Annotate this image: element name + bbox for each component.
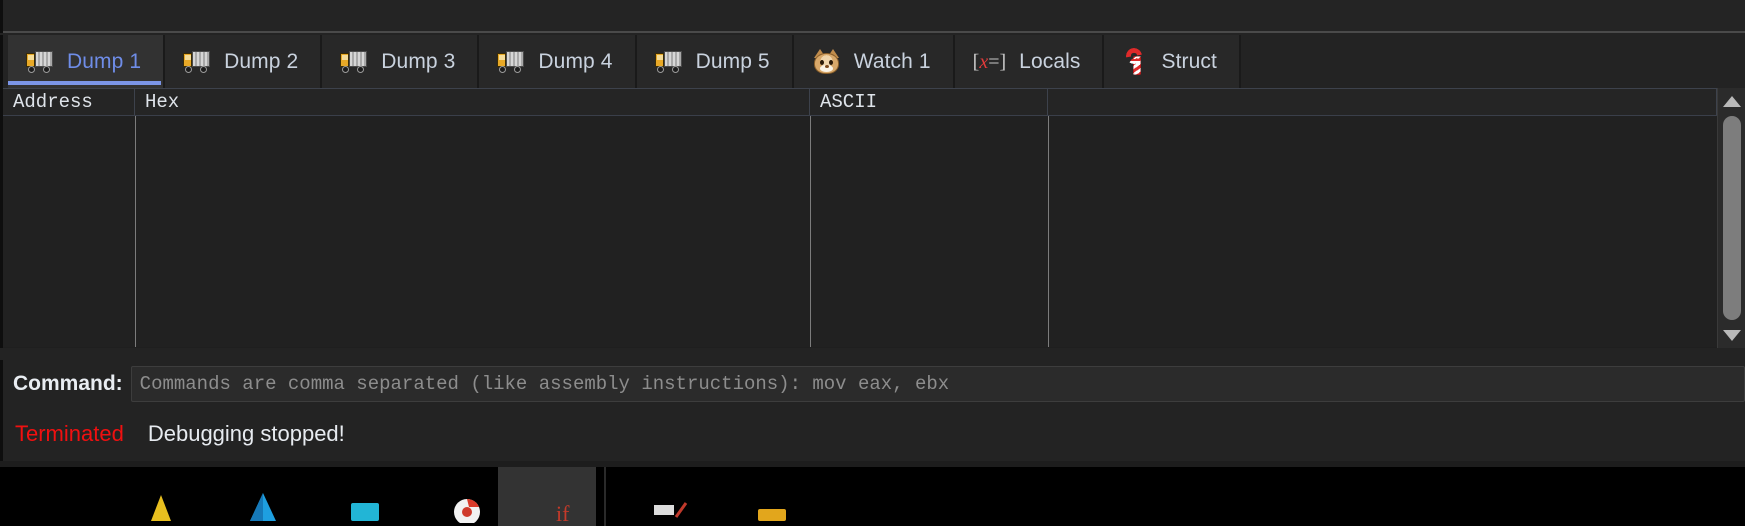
cat-face-icon bbox=[812, 48, 841, 75]
command-label: Command: bbox=[13, 371, 123, 395]
scroll-up-arrow-icon bbox=[1722, 95, 1741, 107]
scroll-down-arrow-icon bbox=[1722, 329, 1741, 341]
tab-dump-1[interactable]: Dump 1 bbox=[8, 35, 166, 88]
dump-tab-bar: Dump 1 Dump 2 Dump 3 Dump 4 Dump 5 Watch… bbox=[0, 35, 1745, 88]
variable-x: x bbox=[979, 50, 989, 73]
memory-dump-truck-icon bbox=[654, 50, 683, 73]
tab-locals[interactable]: [x=] Locals bbox=[954, 35, 1105, 88]
taskbar-app-4-icon[interactable] bbox=[446, 481, 488, 525]
memory-dump-truck-icon bbox=[183, 50, 211, 73]
dump-vertical-scrollbar[interactable] bbox=[1717, 88, 1745, 348]
column-divider-address-hex[interactable] bbox=[135, 116, 136, 347]
taskbar-app-2-icon[interactable] bbox=[242, 481, 284, 523]
taskbar-app-7-icon[interactable] bbox=[752, 481, 794, 523]
panel-top-strip bbox=[0, 0, 1745, 33]
tab-label: Struct bbox=[1161, 49, 1217, 73]
candy-cane-icon bbox=[1122, 44, 1148, 75]
scrollbar-thumb[interactable] bbox=[1722, 116, 1741, 320]
tab-bar-filler bbox=[1240, 35, 1745, 88]
column-divider-ascii-extra[interactable] bbox=[1048, 116, 1049, 347]
x64dbg-dump-panel: Dump 1 Dump 2 Dump 3 Dump 4 Dump 5 Watch… bbox=[0, 0, 1745, 526]
tab-watch-1[interactable]: Watch 1 bbox=[793, 35, 955, 88]
dump-column-header-row: Address Hex ASCII bbox=[3, 88, 1745, 116]
scroll-down-button[interactable] bbox=[1718, 322, 1745, 348]
tab-dump-4[interactable]: Dump 4 bbox=[479, 35, 637, 88]
tab-label: Dump 2 bbox=[224, 49, 299, 73]
column-header-extra[interactable] bbox=[1048, 88, 1717, 115]
tab-bar-left-rail bbox=[0, 35, 8, 88]
column-header-ascii[interactable]: ASCII bbox=[810, 88, 1048, 115]
status-badge: Terminated bbox=[15, 421, 124, 446]
column-divider-hex-ascii[interactable] bbox=[810, 116, 811, 347]
svg-text:if: if bbox=[556, 501, 570, 523]
tab-label: Dump 4 bbox=[538, 49, 613, 73]
status-message: Debugging stopped! bbox=[147, 421, 345, 446]
memory-dump-truck-icon bbox=[497, 50, 525, 73]
tab-label: Dump 5 bbox=[695, 49, 770, 73]
tab-label: Watch 1 bbox=[853, 49, 931, 73]
tab-dump-3[interactable]: Dump 3 bbox=[322, 35, 480, 88]
memory-dump-truck-icon bbox=[26, 50, 54, 73]
memory-dump-table[interactable]: Address Hex ASCII bbox=[0, 88, 1745, 348]
memory-dump-truck-icon bbox=[340, 50, 368, 73]
bracket-close: ] bbox=[999, 50, 1007, 73]
tab-label: Locals bbox=[1019, 49, 1081, 73]
status-bar: Terminated Debugging stopped! bbox=[0, 407, 1745, 461]
os-taskbar: if bbox=[0, 461, 1745, 526]
taskbar-app-5-icon[interactable]: if bbox=[548, 481, 590, 526]
command-bar: Command: bbox=[0, 360, 1745, 407]
taskbar-app-1-icon[interactable] bbox=[140, 481, 182, 523]
variable-brackets-icon: [x=] bbox=[973, 52, 1007, 72]
dump-rows-area[interactable] bbox=[3, 116, 1745, 347]
scrollbar-track[interactable] bbox=[1718, 114, 1745, 322]
tab-label: Dump 1 bbox=[67, 49, 142, 73]
tab-dump-2[interactable]: Dump 2 bbox=[165, 35, 323, 88]
tab-label: Dump 3 bbox=[381, 49, 456, 73]
column-header-address[interactable]: Address bbox=[3, 88, 135, 115]
equals-sign: = bbox=[988, 50, 1000, 73]
scroll-up-button[interactable] bbox=[1718, 88, 1745, 114]
tab-dump-5[interactable]: Dump 5 bbox=[636, 35, 794, 88]
column-header-hex[interactable]: Hex bbox=[135, 88, 810, 115]
tab-struct[interactable]: Struct bbox=[1104, 35, 1241, 88]
taskbar-app-6-icon[interactable] bbox=[650, 481, 692, 523]
command-input[interactable] bbox=[130, 365, 1745, 402]
window-left-edge bbox=[0, 0, 3, 33]
taskbar-items: if bbox=[140, 467, 794, 526]
taskbar-app-3-icon[interactable] bbox=[344, 481, 386, 523]
